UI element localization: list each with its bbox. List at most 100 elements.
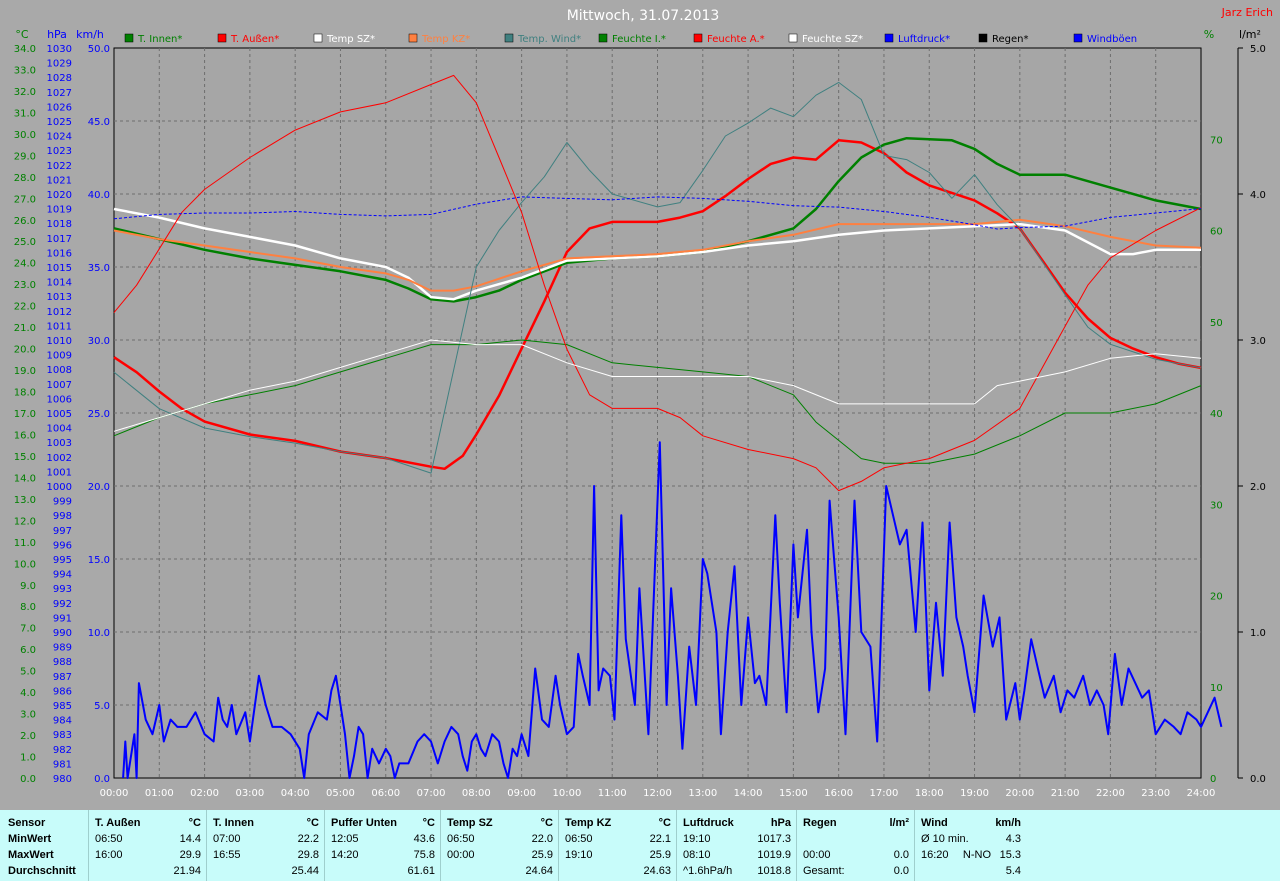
temp-tick-label: 0.0 (20, 774, 36, 785)
temp-tick-label: 6.0 (20, 645, 36, 656)
time-tick-label: 19:00 (960, 788, 989, 799)
stats-avg-row: 61.61 (325, 863, 441, 879)
temp-tick-label: 10.0 (14, 559, 36, 570)
pressure-tick-label: 996 (53, 540, 72, 551)
temp-tick-label: 28.0 (14, 173, 36, 184)
stats-max-time: 16:00 (95, 849, 123, 861)
weather-chart: Mittwoch, 31.07.2013 Jarz Erich °C hPa k… (14, 6, 1273, 799)
pressure-tick-label: 1013 (47, 292, 72, 303)
wind-tick-label: 0.0 (94, 774, 110, 785)
pressure-tick-label: 1003 (47, 438, 72, 449)
stats-max-row: 00:00 25.9 (441, 847, 559, 863)
legend-label: T. Innen* (137, 34, 182, 45)
stats-max-time: 08:10 (683, 849, 711, 861)
humidity-tick-label: 70 (1210, 135, 1223, 146)
stats-max-direction: N-NO (962, 849, 991, 861)
stats-sensor-name: Temp SZ (447, 817, 493, 829)
stats-unit: °C (188, 817, 201, 829)
humidity-tick-label: 10 (1210, 683, 1223, 694)
stats-max-time: 00:00 (803, 849, 831, 861)
stats-avg-row: 24.63 (559, 863, 677, 879)
wind-tick-label: 50.0 (88, 44, 110, 55)
stats-min-value: 22.1 (649, 833, 671, 845)
temp-tick-label: 9.0 (20, 581, 36, 592)
rain-tick-label: 1.0 (1250, 628, 1266, 639)
pressure-tick-label: 1011 (47, 321, 72, 332)
stats-column: Temp KZ °C 06:50 22.1 19:10 25.9 24.63 (558, 810, 677, 881)
time-tick-label: 24:00 (1187, 788, 1216, 799)
stats-row-labels: Sensor MinWert MaxWert Durchschnitt (0, 810, 88, 881)
pressure-tick-label: 987 (53, 672, 72, 683)
stats-avg-value: 25.44 (291, 865, 319, 877)
stats-header-row: Temp SZ °C (441, 815, 559, 831)
stats-min-time: Ø 10 min. (921, 833, 969, 845)
stats-header-row: Puffer Unten °C (325, 815, 441, 831)
rain-tick-label: 3.0 (1250, 336, 1266, 347)
legend-swatch (598, 33, 608, 43)
pressure-tick-label: 1010 (47, 336, 72, 347)
stats-max-time: 16:55 (213, 849, 241, 861)
stats-min-row: Ø 10 min. 4.3 (915, 831, 1027, 847)
stats-max-value: 15.3 (999, 849, 1021, 861)
stats-avg-value: 21.94 (173, 865, 201, 877)
pressure-tick-label: 997 (53, 526, 72, 537)
legend-label: Regen* (992, 34, 1029, 45)
pressure-tick-label: 1005 (47, 409, 72, 420)
pressure-tick-label: 1019 (47, 205, 72, 216)
stats-avg-row: ^1.6hPa/h 1018.8 (677, 863, 797, 879)
time-tick-label: 00:00 (100, 788, 129, 799)
stats-min-value: 4.3 (1005, 833, 1021, 845)
rain-tick-label: 4.0 (1250, 190, 1266, 201)
stats-sensor-name: T. Innen (213, 817, 254, 829)
stats-min-row: 06:50 14.4 (89, 831, 207, 847)
stats-avg-row: Gesamt: 0.0 (797, 863, 915, 879)
time-tick-label: 22:00 (1096, 788, 1125, 799)
legend-label: Temp SZ* (326, 34, 375, 45)
humidity-tick-label: 50 (1210, 318, 1223, 329)
temp-tick-label: 21.0 (14, 323, 36, 334)
stats-avg-value: 24.64 (525, 865, 553, 877)
pressure-tick-label: 1026 (47, 102, 72, 113)
pressure-tick-label: 1000 (47, 482, 72, 493)
wind-tick-label: 10.0 (88, 628, 110, 639)
stats-min-row: 06:50 22.0 (441, 831, 559, 847)
stats-unit: °C (422, 817, 435, 829)
legend-swatch (124, 33, 134, 43)
stats-avg-value: 24.63 (643, 865, 671, 877)
pressure-tick-label: 991 (53, 613, 72, 624)
stats-avg-value: 1018.8 (757, 865, 791, 877)
time-tick-label: 14:00 (734, 788, 763, 799)
stats-min-time: 06:50 (447, 833, 475, 845)
legend-swatch (884, 33, 894, 43)
stats-header-row: Regen l/m² (797, 815, 915, 831)
stats-max-time: 16:20 (921, 849, 949, 861)
time-tick-label: 01:00 (145, 788, 174, 799)
stats-label-max: MaxWert (8, 849, 54, 861)
humidity-tick-label: 0 (1210, 774, 1216, 785)
wind-tick-label: 25.0 (88, 409, 110, 420)
pressure-tick-label: 994 (53, 570, 72, 581)
wind-tick-label: 15.0 (88, 555, 110, 566)
legend-swatch (217, 33, 227, 43)
unit-wind-label: km/h (76, 28, 104, 41)
stats-avg-prefix: ^1.6hPa/h (683, 865, 733, 877)
unit-pressure-label: hPa (47, 28, 67, 41)
pressure-tick-label: 992 (53, 599, 72, 610)
stats-sensor-name: T. Außen (95, 817, 141, 829)
stats-column: Regen l/m² 00:00 0.0 Gesamt: 0.0 (796, 810, 915, 881)
pressure-tick-label: 1024 (47, 132, 72, 143)
temp-tick-label: 18.0 (14, 388, 36, 399)
stats-max-value: 1019.9 (757, 849, 791, 861)
pressure-tick-label: 1006 (47, 394, 72, 405)
pressure-tick-label: 1021 (47, 175, 72, 186)
time-tick-label: 23:00 (1141, 788, 1170, 799)
time-tick-label: 07:00 (417, 788, 446, 799)
pressure-tick-label: 1008 (47, 365, 72, 376)
temp-tick-label: 8.0 (20, 602, 36, 613)
stats-min-value: 22.0 (531, 833, 553, 845)
stats-min-time: 07:00 (213, 833, 241, 845)
pressure-tick-label: 1027 (47, 88, 72, 99)
temp-tick-label: 14.0 (14, 473, 36, 484)
legend-swatch (313, 33, 323, 43)
humidity-tick-label: 40 (1210, 409, 1223, 420)
